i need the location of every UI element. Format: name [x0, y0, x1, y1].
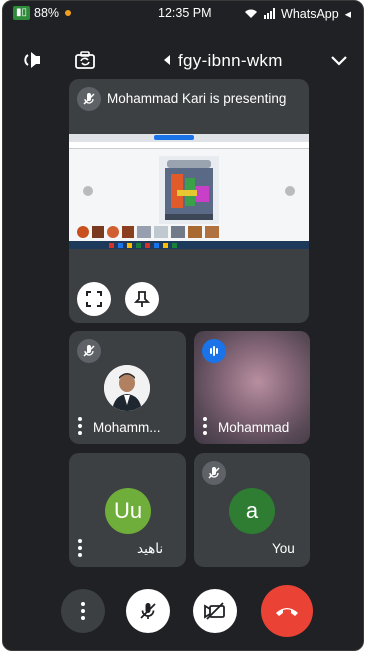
participant-tile[interactable]: Mohamm... [69, 331, 186, 444]
caret-left-icon [164, 55, 170, 65]
participant-name: Mohamm... [93, 420, 161, 435]
taskbar [69, 241, 309, 249]
battery-icon: ▮▯ [13, 6, 31, 20]
mic-off-icon [140, 603, 156, 619]
status-bar: ▮▯ 88% 12:35 PM WhatsApp ◂ [3, 5, 363, 25]
prev-slide-icon [83, 186, 93, 196]
pin-button[interactable] [125, 282, 159, 316]
avatar: Uu [105, 488, 151, 534]
wifi-icon [245, 9, 258, 18]
chevron-down-button[interactable] [327, 49, 351, 73]
mic-off-icon [202, 461, 226, 485]
more-vert-icon [81, 602, 85, 620]
shared-screen [69, 134, 309, 249]
notification-dot-icon [65, 10, 72, 16]
browser-tab-active [154, 135, 194, 140]
meeting-header: fgy-ibnn-wkm [3, 43, 363, 79]
presenting-label: Mohammad Kari is presenting [107, 91, 287, 106]
participant-tile[interactable]: Mohammad [194, 331, 310, 444]
pin-icon [134, 291, 150, 307]
participant-tile[interactable]: Uu ناهید [69, 453, 186, 567]
speaker-icon [24, 52, 40, 68]
status-right: WhatsApp ◂ [244, 6, 351, 21]
more-options-icon[interactable] [203, 417, 207, 438]
return-app-label[interactable]: WhatsApp [281, 7, 339, 21]
fullscreen-button[interactable] [77, 282, 111, 316]
mic-off-icon [77, 87, 101, 111]
avatar: a [229, 488, 275, 534]
chevron-down-icon [331, 56, 347, 66]
meeting-screen: ▮▯ 88% 12:35 PM WhatsApp ◂ fgy-ibnn-wkm … [2, 0, 364, 651]
self-tile[interactable]: a You [194, 453, 310, 567]
avatar [104, 365, 150, 411]
end-call-button[interactable] [261, 585, 313, 637]
participant-name: You [272, 541, 295, 556]
clock: 12:35 PM [158, 6, 212, 20]
next-slide-icon [285, 186, 295, 196]
switch-camera-icon [75, 51, 95, 69]
switch-camera-button[interactable] [71, 48, 99, 72]
mic-toggle-button[interactable] [126, 589, 170, 633]
camera-off-icon [204, 602, 225, 620]
meeting-code[interactable]: fgy-ibnn-wkm [178, 51, 283, 71]
speaking-indicator-icon [202, 339, 226, 363]
model-image [159, 156, 219, 224]
speaker-button[interactable] [19, 48, 47, 72]
participant-name: Mohammad [218, 420, 290, 435]
end-call-icon [276, 608, 298, 616]
camera-toggle-button[interactable] [193, 589, 237, 633]
back-arrow-icon[interactable]: ◂ [345, 6, 351, 21]
more-options-button[interactable] [61, 589, 105, 633]
battery-level: 88% [34, 6, 60, 20]
status-left: ▮▯ 88% [13, 6, 72, 20]
signal-icon [264, 8, 276, 19]
presentation-tile[interactable]: Mohammad Kari is presenting [69, 79, 309, 323]
mic-off-icon [77, 339, 101, 363]
address-bar [69, 142, 309, 149]
thumbnail-strip [77, 226, 227, 240]
participant-name: ناهید [137, 541, 164, 556]
more-options-icon[interactable] [78, 417, 82, 438]
more-options-icon[interactable] [78, 539, 82, 560]
fullscreen-icon [86, 291, 102, 307]
